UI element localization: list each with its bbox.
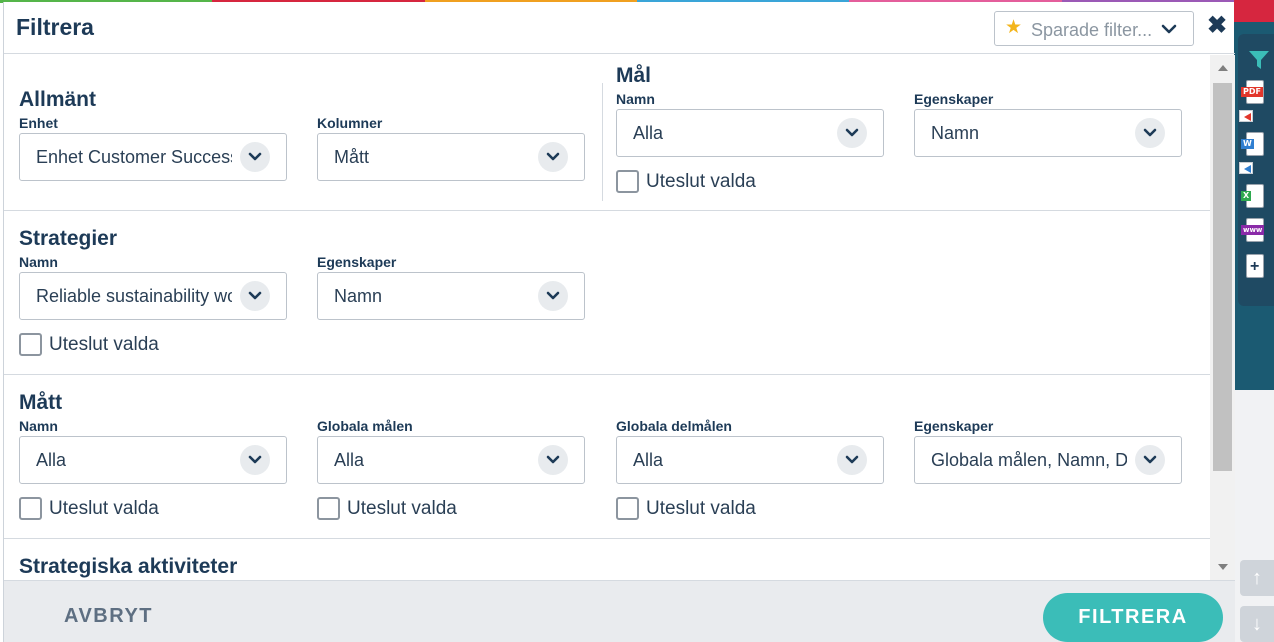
arrow-left-icon bbox=[1239, 110, 1253, 122]
mal-namn-select[interactable]: Alla bbox=[616, 109, 884, 157]
dialog-header: Filtrera ★ Sparade filter... ✖ bbox=[4, 2, 1235, 54]
chevron-down-icon bbox=[538, 445, 568, 475]
star-icon: ★ bbox=[1005, 17, 1023, 38]
export-toolbar: PDF W X www + bbox=[1238, 34, 1274, 306]
dialog-title: Filtrera bbox=[16, 14, 94, 40]
chevron-down-icon bbox=[837, 118, 867, 148]
apply-filter-button[interactable]: FILTRERA bbox=[1043, 593, 1223, 642]
dialog-content: Allmänt Enhet Enhet Customer Success Kol… bbox=[4, 55, 1210, 580]
matt-namn-exclude-checkbox[interactable]: Uteslut valda bbox=[19, 497, 159, 520]
close-icon[interactable]: ✖ bbox=[1207, 14, 1227, 38]
matt-egenskaper-select[interactable]: Globala målen, Namn, D bbox=[914, 436, 1182, 484]
checkbox-box[interactable] bbox=[19, 333, 42, 356]
matt-namn-label: Namn bbox=[19, 418, 58, 434]
chevron-down-icon bbox=[240, 281, 270, 311]
add-document-icon: + bbox=[1246, 254, 1264, 278]
matt-namn-select[interactable]: Alla bbox=[19, 436, 287, 484]
excel-icon: X bbox=[1241, 184, 1264, 208]
globala-malen-label: Globala målen bbox=[317, 418, 413, 434]
checkbox-box[interactable] bbox=[616, 170, 639, 193]
section-title-mal: Mål bbox=[616, 64, 652, 87]
section-measures: Mått Namn Alla Uteslut valda Globala mål… bbox=[4, 375, 1210, 539]
chevron-down-icon bbox=[1135, 445, 1165, 475]
scroll-down-arrow-icon[interactable] bbox=[1218, 564, 1228, 570]
dialog-scrollbar[interactable] bbox=[1210, 55, 1235, 580]
mal-egenskaper-label: Egenskaper bbox=[914, 91, 994, 107]
vertical-divider bbox=[602, 83, 603, 201]
arrow-up-icon: ↑ bbox=[1252, 566, 1262, 589]
kolumner-label: Kolumner bbox=[317, 115, 383, 131]
web-export-button[interactable]: www bbox=[1238, 218, 1274, 246]
arrow-down-icon: ↓ bbox=[1252, 612, 1262, 635]
saved-filters-select[interactable]: ★ Sparade filter... bbox=[994, 11, 1194, 46]
enhet-select[interactable]: Enhet Customer Success bbox=[19, 133, 287, 181]
checkbox-box[interactable] bbox=[317, 497, 340, 520]
mal-egenskaper-select[interactable]: Namn bbox=[914, 109, 1182, 157]
strategier-exclude-checkbox[interactable]: Uteslut valda bbox=[19, 333, 159, 356]
mal-exclude-checkbox[interactable]: Uteslut valda bbox=[616, 170, 756, 193]
strategier-egenskaper-label: Egenskaper bbox=[317, 254, 397, 270]
scroll-up-button[interactable]: ↑ bbox=[1240, 560, 1274, 596]
chevron-down-icon bbox=[1161, 24, 1177, 34]
kolumner-select[interactable]: Mått bbox=[317, 133, 585, 181]
checkbox-box[interactable] bbox=[19, 497, 42, 520]
globala-malen-exclude-checkbox[interactable]: Uteslut valda bbox=[317, 497, 457, 520]
pdf-export-button[interactable]: PDF bbox=[1238, 80, 1274, 124]
section-title-matt: Mått bbox=[19, 391, 63, 414]
globala-malen-select[interactable]: Alla bbox=[317, 436, 585, 484]
section-title-allmant: Allmänt bbox=[19, 88, 97, 111]
chevron-down-icon bbox=[240, 445, 270, 475]
add-document-button[interactable]: + bbox=[1238, 254, 1274, 284]
section-title-strategier: Strategier bbox=[19, 227, 118, 250]
strategier-namn-label: Namn bbox=[19, 254, 58, 270]
word-export-button[interactable]: W bbox=[1238, 132, 1274, 176]
globala-delmalen-exclude-checkbox[interactable]: Uteslut valda bbox=[616, 497, 756, 520]
chevron-down-icon bbox=[837, 445, 867, 475]
web-icon: www bbox=[1241, 218, 1265, 242]
scroll-up-arrow-icon[interactable] bbox=[1218, 65, 1228, 71]
section-strategic-activities: Strategiska aktiviteter bbox=[4, 539, 1210, 580]
section-title-strategiska: Strategiska aktiviteter bbox=[19, 555, 238, 578]
word-icon: W bbox=[1241, 132, 1264, 156]
cancel-button[interactable]: AVBRYT bbox=[64, 605, 153, 628]
chevron-down-icon bbox=[1135, 118, 1165, 148]
checkbox-box[interactable] bbox=[616, 497, 639, 520]
saved-filters-placeholder: Sparade filter... bbox=[1031, 20, 1153, 40]
scrollbar-thumb[interactable] bbox=[1213, 83, 1232, 471]
chevron-down-icon bbox=[538, 142, 568, 172]
excel-export-button[interactable]: X bbox=[1238, 184, 1274, 212]
filter-icon[interactable] bbox=[1248, 50, 1270, 70]
globala-delmalen-label: Globala delmålen bbox=[616, 418, 732, 434]
scroll-down-button[interactable]: ↓ bbox=[1240, 606, 1274, 642]
enhet-label: Enhet bbox=[19, 115, 58, 131]
section-strategies: Strategier Namn Reliable sustainability … bbox=[4, 211, 1210, 375]
dialog-footer: AVBRYT FILTRERA bbox=[4, 580, 1235, 642]
filter-dialog: Filtrera ★ Sparade filter... ✖ Allmänt E… bbox=[3, 2, 1235, 642]
globala-delmalen-select[interactable]: Alla bbox=[616, 436, 884, 484]
matt-egenskaper-label: Egenskaper bbox=[914, 418, 994, 434]
section-general: Allmänt Enhet Enhet Customer Success Kol… bbox=[4, 55, 1210, 211]
strategier-egenskaper-select[interactable]: Namn bbox=[317, 272, 585, 320]
chevron-down-icon bbox=[240, 142, 270, 172]
mal-namn-label: Namn bbox=[616, 91, 655, 107]
chevron-down-icon bbox=[538, 281, 568, 311]
arrow-left-icon bbox=[1239, 162, 1253, 174]
pdf-icon: PDF bbox=[1241, 80, 1264, 104]
strategier-namn-select[interactable]: Reliable sustainability work bbox=[19, 272, 287, 320]
